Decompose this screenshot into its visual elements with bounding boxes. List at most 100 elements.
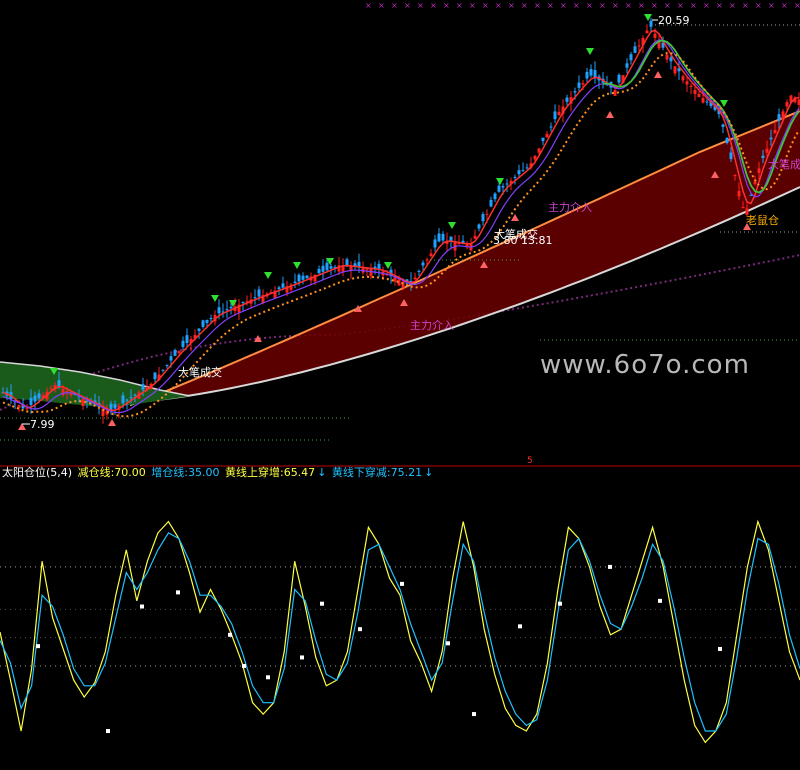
top-marker: × <box>430 1 437 10</box>
top-marker: × <box>573 1 580 10</box>
sell-arrow-icon <box>720 100 728 107</box>
watermark: www.6o7o.com <box>540 350 750 380</box>
top-marker: × <box>482 1 489 10</box>
candle-body <box>349 266 353 270</box>
annotation-label: 老鼠仓 <box>746 213 779 227</box>
buy-arrow-icon <box>654 71 662 78</box>
sell-arrow-icon <box>264 272 272 279</box>
signal-marker <box>400 581 404 586</box>
signal-marker <box>228 632 232 637</box>
sell-arrow-icon <box>229 300 237 307</box>
candle-body <box>761 155 765 158</box>
top-marker: × <box>508 1 515 10</box>
candle-body <box>433 239 437 248</box>
top-marker: × <box>742 1 749 10</box>
sell-arrow-icon <box>586 48 594 55</box>
signal-marker <box>558 601 562 606</box>
candle-body <box>425 259 429 261</box>
oscillator-title: 太阳仓位(5,4) <box>2 466 73 479</box>
candle-body <box>113 404 117 409</box>
candle-body <box>721 124 725 127</box>
chart-canvas: × × × × × × × × × × × × × × × × × × × × × × × × × × × × × × × × × ×20.597… <box>0 1 800 744</box>
candle-body <box>393 277 397 282</box>
candle-body <box>281 283 285 288</box>
candle-body <box>421 262 425 266</box>
candle-body <box>161 369 165 371</box>
candle-body <box>669 57 673 62</box>
candle-body <box>417 270 421 272</box>
candle-body <box>277 287 281 290</box>
candle-body <box>585 71 589 79</box>
signal-marker <box>140 604 144 609</box>
candle-body <box>329 266 333 269</box>
candle-body <box>201 320 205 327</box>
candle-body <box>653 33 657 38</box>
top-marker: × <box>586 1 593 10</box>
candle-body <box>737 191 741 197</box>
annotation-label: 主力介入 <box>548 201 592 214</box>
yellow-oscillator-line <box>0 519 800 744</box>
candle-body <box>513 176 517 178</box>
candle-body <box>133 394 137 396</box>
candle-body <box>217 307 221 314</box>
signal-marker <box>266 675 270 680</box>
legend-yellow-cross-up: 黄线上穿增:65.47 <box>224 466 316 479</box>
price-high-label: 20.59 <box>658 14 690 27</box>
candle-body <box>541 137 545 142</box>
candle-body <box>165 364 169 366</box>
candle-body <box>777 114 781 121</box>
top-marker: × <box>456 1 463 10</box>
candle-body <box>321 265 325 272</box>
down-arrow-icon: ↓ <box>424 466 434 479</box>
candle-body <box>129 397 133 399</box>
sell-arrow-icon <box>293 262 301 269</box>
candle-body <box>229 306 233 309</box>
top-marker: × <box>443 1 450 10</box>
legend-reduce-line: 减仓线:70.00 <box>77 466 146 479</box>
candle-body <box>121 395 125 404</box>
buy-arrow-icon <box>108 419 116 426</box>
candle-body <box>257 289 261 297</box>
candle-body <box>209 318 213 320</box>
candle-body <box>325 262 329 271</box>
top-marker: × <box>495 1 502 10</box>
candle-body <box>705 101 709 103</box>
candle-body <box>785 102 789 107</box>
candle-body <box>757 168 761 173</box>
top-marker: × <box>716 1 723 10</box>
signal-marker <box>176 590 180 595</box>
candle-body <box>517 170 521 175</box>
candle-body <box>573 91 577 93</box>
candle-body <box>489 199 493 207</box>
candle-body <box>33 395 37 402</box>
top-marker: × <box>690 1 697 10</box>
candle-body <box>253 297 257 299</box>
candle-body <box>441 233 445 241</box>
annotation-label: 主力介入 <box>410 319 454 332</box>
signal-marker <box>106 729 110 734</box>
top-marker: × <box>469 1 476 10</box>
candle-body <box>769 137 773 140</box>
candle-body <box>57 380 61 387</box>
candle-body <box>141 384 145 390</box>
top-marker: × <box>638 1 645 10</box>
candle-body <box>297 274 301 282</box>
top-marker: × <box>794 1 800 10</box>
sell-arrow-icon <box>211 295 219 302</box>
candle-body <box>497 185 501 192</box>
signal-marker <box>242 663 246 668</box>
candle-body <box>701 98 705 103</box>
candle-body <box>505 183 509 185</box>
candle-body <box>173 350 177 356</box>
candle-body <box>177 351 181 354</box>
candle-body <box>205 319 209 323</box>
candle-body <box>733 175 737 176</box>
candle-body <box>369 268 373 277</box>
candle-body <box>629 54 633 61</box>
buy-arrow-icon <box>511 214 519 221</box>
annotation-label: 3.80 13.81 <box>493 234 552 247</box>
signal-marker <box>358 627 362 632</box>
sell-arrow-icon <box>448 222 456 229</box>
top-marker: × <box>768 1 775 10</box>
top-marker: × <box>664 1 671 10</box>
